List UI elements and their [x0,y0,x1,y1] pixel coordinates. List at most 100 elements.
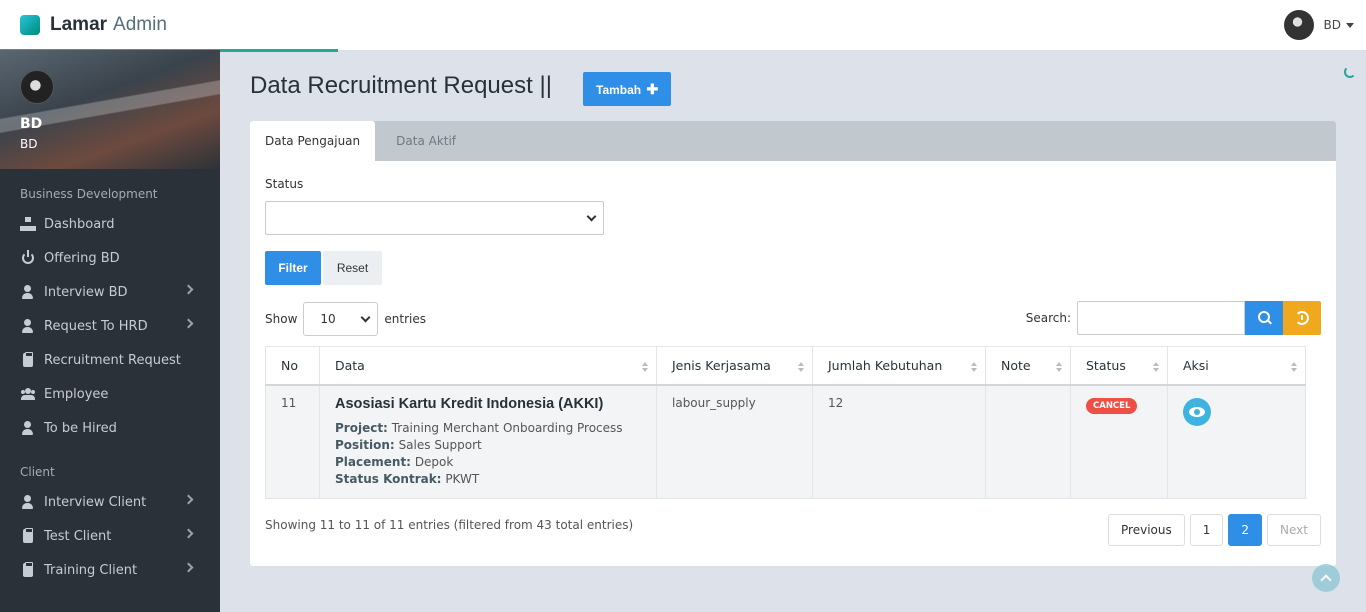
page-length-value: 10 [320,312,336,326]
cell-jumlah-kebutuhan: 12 [812,384,986,499]
detail-value: Sales Support [398,437,482,452]
table-info: Showing 11 to 11 of 11 entries (filtered… [265,518,634,532]
entries-label: entries [384,312,426,326]
column-header-aksi[interactable]: Aksi [1167,346,1306,386]
pagination-previous[interactable]: Previous [1108,514,1185,546]
pagination: Previous 1 2 Next [1103,514,1321,546]
detail-contract: Status Kontrak: PKWT [335,471,641,488]
status-select[interactable] [265,201,604,235]
clipboard-icon [20,562,36,578]
sidebar-item-interview-client[interactable]: Interview Client [0,485,220,519]
detail-value: Depok [414,454,454,469]
clipboard-icon [20,352,36,368]
cell-data: Asosiasi Kartu Kredit Indonesia (AKKI) P… [319,384,657,499]
chevron-down-icon [360,312,371,323]
add-button-label: Tambah [596,83,642,97]
sort-icon [1056,362,1062,372]
status-filter-label: Status [265,177,304,191]
tab-bar: Data Pengajuan Data Aktif [250,121,1336,161]
detail-label: Position: [335,437,395,452]
user-menu[interactable]: BD [1283,10,1354,40]
power-icon [20,250,36,266]
search-control: Search: [1026,301,1321,335]
column-header-label: Jumlah Kebutuhan [828,357,943,373]
sidebar-item-recruitment-request[interactable]: Recruitment Request [0,343,220,377]
sort-icon [798,362,804,372]
page-title: Data Recruitment Request || [250,72,552,99]
sort-icon [1153,362,1159,372]
cell-jenis-kerjasama: labour_supply [656,384,813,499]
column-header-label: Jenis Kerjasama [672,357,771,373]
show-label: Show [265,312,298,326]
pagination-page-1[interactable]: 1 [1189,514,1224,546]
sidebar-item-label: Test Client [44,528,112,544]
column-header-status[interactable]: Status [1070,346,1168,386]
sort-icon [642,362,648,372]
pagination-page-2[interactable]: 2 [1228,514,1263,546]
user-icon [20,420,36,436]
search-label: Search: [1025,311,1071,325]
cell-note [985,384,1071,499]
sitemap-icon [20,216,36,232]
sidebar-item-dashboard[interactable]: Dashboard [0,207,220,241]
column-header-note[interactable]: Note [985,346,1071,386]
chevron-down-icon [586,211,597,222]
sidebar: BD BD Business Development Dashboard Off… [0,50,220,612]
sidebar-item-training-client[interactable]: Training Client [0,553,220,587]
column-header-label: Note [1001,357,1031,373]
sidebar-item-label: Recruitment Request [44,352,181,368]
brand-subtitle: Admin [113,14,167,35]
avatar [1283,10,1314,40]
brand[interactable]: Lamar Admin [20,14,167,36]
top-navbar: Lamar Admin BD [0,0,1366,50]
page-length-control: Show 10 entries [265,302,426,336]
filter-button[interactable]: Filter [265,251,321,285]
detail-project: Project: Training Merchant Onboarding Pr… [335,420,641,437]
reset-button[interactable]: Reset [323,251,382,285]
column-header-data[interactable]: Data [319,346,657,386]
sidebar-item-to-be-hired[interactable]: To be Hired [0,411,220,445]
cell-status: CANCEL [1070,384,1168,499]
search-icon[interactable] [1245,301,1283,335]
profile-avatar[interactable] [20,70,54,104]
profile-name: BD [20,116,43,132]
sidebar-section-client: Client [20,465,55,479]
clipboard-icon [20,528,36,544]
column-header-label: Aksi [1183,357,1209,373]
sidebar-item-offering-bd[interactable]: Offering BD [0,241,220,275]
column-header-jumlah-kebutuhan[interactable]: Jumlah Kebutuhan [812,346,986,386]
sidebar-item-interview-bd[interactable]: Interview BD [0,275,220,309]
main-content: Data Recruitment Request || Tambah ✚ Dat… [220,50,1366,612]
recruitment-table: No Data Jenis Kerjasama Jumlah Kebutuhan… [265,346,1306,499]
detail-label: Status Kontrak: [335,471,442,486]
sidebar-section-business-development: Business Development [20,187,158,201]
history-icon[interactable] [1283,301,1321,335]
cell-aksi [1167,384,1306,499]
eye-icon[interactable] [1183,397,1211,426]
pagination-next[interactable]: Next [1267,514,1321,546]
sidebar-item-label: Interview Client [44,494,147,510]
caret-down-icon [1346,22,1354,28]
brand-logo-icon [20,15,40,35]
tab-data-aktif[interactable]: Data Aktif [381,121,471,161]
sidebar-item-request-to-hrd[interactable]: Request To HRD [0,309,220,343]
page-length-select[interactable]: 10 [303,302,379,336]
user-menu-label: BD [1323,18,1341,32]
sidebar-item-label: Training Client [44,562,138,578]
sidebar-item-label: Interview BD [44,284,128,300]
sidebar-item-test-client[interactable]: Test Client [0,519,220,553]
add-button[interactable]: Tambah ✚ [583,72,672,106]
column-header-jenis-kerjasama[interactable]: Jenis Kerjasama [656,346,813,386]
tab-data-pengajuan[interactable]: Data Pengajuan [250,121,376,161]
column-header-label: Status [1086,357,1126,373]
client-name: Asosiasi Kartu Kredit Indonesia (AKKI) [335,395,604,412]
scroll-to-top-icon[interactable] [1312,564,1340,592]
user-icon [20,494,36,510]
chevron-right-icon [183,494,194,505]
sidebar-item-employee[interactable]: Employee [0,377,220,411]
plus-icon: ✚ [646,81,659,97]
column-header-no[interactable]: No [265,346,320,386]
sort-icon [971,362,977,372]
detail-value: PKWT [445,471,480,486]
search-input[interactable] [1077,301,1245,335]
